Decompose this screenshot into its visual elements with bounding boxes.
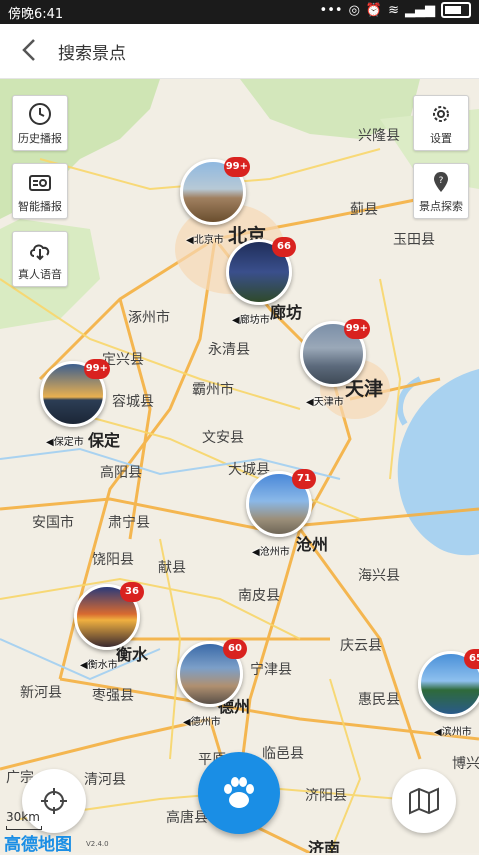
label-jixian: 蓟县 <box>350 202 378 218</box>
label-anguo: 安国市 <box>32 515 74 531</box>
pin-dezhou[interactable]: 60 ◀德州市 <box>177 639 247 728</box>
scale-text: 30km <box>6 810 40 824</box>
label-linyi: 临邑县 <box>262 746 304 762</box>
alarm-icon: ◎ <box>348 2 360 18</box>
label-qingyun: 庆云县 <box>340 638 382 654</box>
explore-spots-button[interactable]: ? 景点探索 <box>413 163 469 219</box>
pin-badge: 36 <box>120 582 144 602</box>
speaker-icon: ◀ <box>186 235 194 246</box>
header: 搜索景点 <box>0 24 479 79</box>
label-bazhou: 霸州市 <box>192 382 234 398</box>
crosshair-icon <box>41 788 67 814</box>
more-dots-icon: ••• <box>319 2 343 18</box>
speaker-icon: ◀ <box>183 717 191 728</box>
svg-text:?: ? <box>439 176 444 186</box>
speaker-icon: ◀ <box>306 397 314 408</box>
cloud-download-icon <box>30 244 50 261</box>
paw-main-button[interactable] <box>198 752 280 834</box>
pin-binzhou[interactable]: 65 ◀滨州市 <box>418 649 479 738</box>
label-ningjin: 宁津县 <box>250 662 292 678</box>
version-text: V2.4.0 <box>86 840 109 848</box>
pin-name: ◀衡水市 <box>80 660 118 671</box>
human-voice-button[interactable]: 真人语音 <box>12 231 68 287</box>
label-gaoyang: 高阳县 <box>100 465 142 481</box>
pin-name: ◀保定市 <box>46 437 84 448</box>
pin-name: ◀德州市 <box>183 717 221 728</box>
battery-icon <box>441 2 471 18</box>
search-scenic-spots[interactable]: 搜索景点 <box>58 39 126 64</box>
pin-badge: 66 <box>272 237 296 257</box>
speaker-icon: ◀ <box>434 727 442 738</box>
explore-spots-label: 景点探索 <box>419 200 463 213</box>
label-boxing: 博兴 <box>452 756 479 772</box>
pin-name: ◀廊坊市 <box>232 315 270 326</box>
map-view[interactable]: 兴隆县 蓟县 玉田县 北京 廊坊 天津 涿州市 定兴县 永清县 容城县 霸州市 … <box>0 79 479 853</box>
label-baoding: 保定 <box>88 431 121 450</box>
pin-name: ◀北京市 <box>186 235 224 246</box>
pin-hengshui[interactable]: 36 ◀衡水市 <box>74 582 144 671</box>
map-scale: 30km <box>6 810 42 830</box>
wifi-icon: ≋ <box>388 2 399 18</box>
speaker-icon: ◀ <box>80 660 88 671</box>
label-rongcheng: 容城县 <box>112 394 154 410</box>
clock-icon <box>29 103 51 125</box>
map-mode-button[interactable] <box>392 769 456 833</box>
status-time: 傍晚6:41 <box>8 7 64 22</box>
speaker-icon: ◀ <box>46 437 54 448</box>
label-yutian: 玉田县 <box>393 232 435 248</box>
speaker-icon: ◀ <box>252 547 260 558</box>
clock-icon: ⏰ <box>365 2 383 18</box>
pin-beijing[interactable]: 99+ ◀北京市 <box>180 157 250 246</box>
label-huimin: 惠民县 <box>358 692 400 708</box>
smart-broadcast-label: 智能播报 <box>18 200 62 213</box>
speaker-icon: ◀ <box>232 315 240 326</box>
label-jiyang: 济阳县 <box>305 788 347 804</box>
amap-logo: 高德地图 <box>4 835 72 855</box>
pin-langfang[interactable]: 66 ◀廊坊市 <box>226 237 296 326</box>
location-question-icon: ? <box>434 172 448 192</box>
label-qinghe: 清河县 <box>84 772 126 788</box>
settings-label: 设置 <box>430 132 452 145</box>
signal-icon: ▂▄▆ <box>405 2 435 18</box>
label-wenan: 文安县 <box>202 430 244 446</box>
label-zhuozhou: 涿州市 <box>128 310 170 326</box>
pin-baoding[interactable]: 99+ ◀保定市 <box>40 359 110 448</box>
status-bar: 傍晚6:41 ••• ◎ ⏰ ≋ ▂▄▆ <box>0 0 479 24</box>
human-voice-label: 真人语音 <box>18 268 62 281</box>
smart-broadcast-button[interactable]: 智能播报 <box>12 163 68 219</box>
pin-tianjin[interactable]: 99+ ◀天津市 <box>300 319 370 408</box>
paw-icon <box>224 777 254 808</box>
label-xinhe: 新河县 <box>20 685 62 701</box>
history-broadcast-button[interactable]: 历史播报 <box>12 95 68 151</box>
pin-badge: 99+ <box>343 319 370 339</box>
label-haixing: 海兴县 <box>358 568 400 584</box>
settings-button[interactable]: 设置 <box>413 95 469 151</box>
label-suning: 肃宁县 <box>108 515 150 531</box>
label-xianxian: 献县 <box>158 560 186 576</box>
label-yongqing: 永清县 <box>208 342 250 358</box>
label-zaoqiang: 枣强县 <box>92 688 134 704</box>
pin-name: ◀天津市 <box>306 397 344 408</box>
label-raoyang: 饶阳县 <box>92 552 134 568</box>
pin-badge: 99+ <box>223 157 250 177</box>
pin-name: ◀沧州市 <box>252 547 290 558</box>
history-broadcast-label: 历史播报 <box>18 132 62 145</box>
gear-icon <box>433 106 449 122</box>
map-book-icon <box>409 787 439 815</box>
pin-badge: 71 <box>292 469 316 489</box>
status-icons: ••• ◎ ⏰ ≋ ▂▄▆ <box>320 2 471 18</box>
pin-badge: 99+ <box>83 359 110 379</box>
back-arrow-icon[interactable] <box>16 36 44 64</box>
pin-name: ◀滨州市 <box>434 727 472 738</box>
radio-icon <box>29 175 51 191</box>
pin-badge: 60 <box>223 639 247 659</box>
label-nanpi: 南皮县 <box>238 588 280 604</box>
pin-badge: 65 <box>464 649 479 669</box>
pin-cangzhou[interactable]: 71 ◀沧州市 <box>246 469 316 558</box>
label-jinan: 济南 <box>308 839 341 853</box>
label-xinglong: 兴隆县 <box>358 128 400 144</box>
